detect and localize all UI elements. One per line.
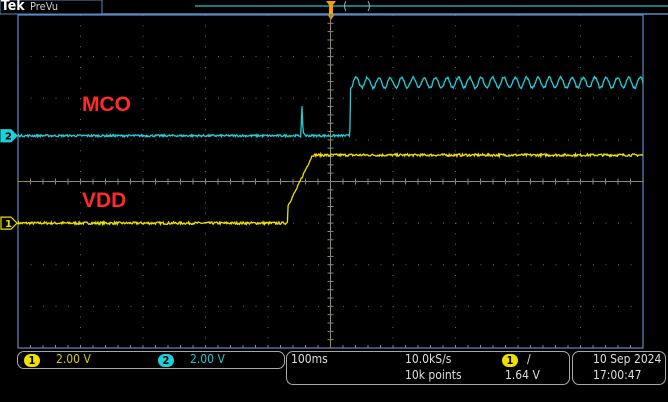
date: 10 Sep 2024	[593, 352, 662, 366]
ch1-badge: 1	[24, 354, 40, 367]
timebase: 100ms	[291, 352, 328, 366]
channel-readout[interactable]: 1 2.00 V 2 2.00 V	[17, 351, 285, 369]
channel-markers: 12	[0, 129, 18, 230]
time: 17:00:47	[593, 368, 642, 382]
datetime-readout: 10 Sep 2024 17:00:47	[572, 351, 666, 385]
mco-label: MCO	[82, 93, 131, 116]
ch2-scale: 2.00 V	[190, 352, 225, 366]
trigger-source-badge: 1	[502, 354, 518, 367]
trigger-position-icon[interactable]	[326, 1, 336, 14]
trigger-slope-icon: /	[527, 352, 531, 366]
ch2-badge: 2	[158, 354, 174, 367]
top-bar	[0, 0, 668, 20]
horizontal-trigger-readout[interactable]: 100ms 10.0kS/s 10k points 1 / 1.64 V	[286, 351, 570, 385]
trigger-level: 1.64 V	[505, 368, 540, 382]
ch2-marker-label: 2	[5, 132, 12, 143]
record-length: 10k points	[405, 368, 462, 382]
sample-rate: 10.0kS/s	[405, 352, 452, 366]
graticule	[17, 14, 644, 349]
ch1-scale: 2.00 V	[56, 352, 91, 366]
ch1-marker-label: 1	[5, 219, 12, 230]
vdd-label: VDD	[82, 189, 127, 212]
acquisition-mode: PreVu	[30, 0, 58, 13]
brand-logo: Tek	[1, 0, 25, 14]
